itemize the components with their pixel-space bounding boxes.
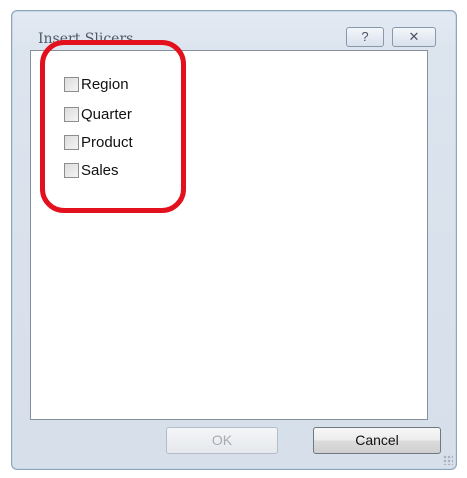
field-label: Sales [81, 161, 119, 179]
field-label: Quarter [81, 105, 132, 123]
resize-grip-icon[interactable] [443, 455, 453, 465]
field-item-sales[interactable]: Sales [64, 158, 119, 182]
field-item-product[interactable]: Product [64, 130, 133, 154]
field-label: Region [81, 75, 129, 93]
field-item-quarter[interactable]: Quarter [64, 102, 132, 126]
field-list[interactable]: Region Quarter Product Sales [30, 50, 428, 420]
dialog-title: Insert Slicers [38, 31, 134, 47]
product-checkbox[interactable] [64, 134, 79, 150]
help-button[interactable]: ? [346, 27, 384, 47]
cancel-button[interactable]: Cancel [313, 427, 441, 454]
close-button[interactable]: ✕ [392, 27, 436, 47]
screenshot-page: Insert Slicers ? ✕ Region Quarter Produc… [0, 0, 467, 478]
field-item-region[interactable]: Region [64, 72, 129, 96]
ok-button[interactable]: OK [166, 427, 278, 454]
region-checkbox[interactable] [64, 76, 79, 92]
dialog-titlebar[interactable]: Insert Slicers ? ✕ [12, 11, 456, 49]
quarter-checkbox[interactable] [64, 106, 79, 122]
question-mark-icon: ? [361, 29, 369, 44]
close-icon: ✕ [408, 29, 420, 44]
sales-checkbox[interactable] [64, 162, 79, 178]
field-label: Product [81, 133, 133, 151]
